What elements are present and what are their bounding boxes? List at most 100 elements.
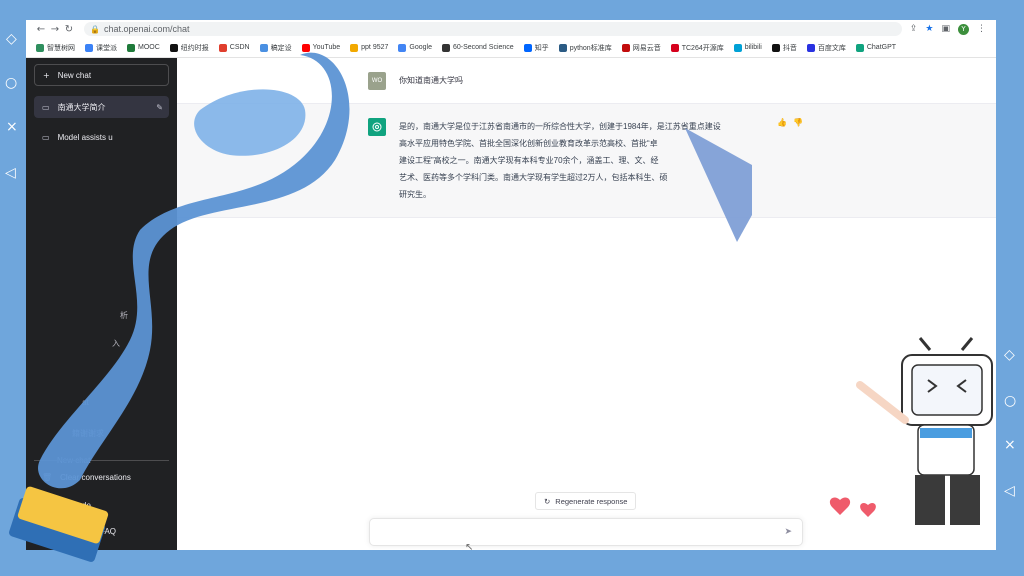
bookmark-label: python标准库 xyxy=(569,44,612,52)
clear-conversations-label: Clear conversations xyxy=(60,472,131,482)
bookmark-label: ppt 9527 xyxy=(361,44,389,51)
bookmark-item[interactable]: YouTube xyxy=(301,43,341,52)
bookmark-label: 课堂派 xyxy=(96,44,117,52)
user-avatar: WO xyxy=(368,72,386,90)
chatgpt-app: + New chat ▭ 南通大学简介 ✎ ▭ Model assists u … xyxy=(26,58,996,550)
assistant-line: 是的，南通大学是位于江苏省南通市的一所综合性大学，创建于1984年，是江苏省重点… xyxy=(399,122,721,131)
new-chat-button[interactable]: + New chat xyxy=(34,64,169,86)
sidebar-partial-text: 籍谢谢求 xyxy=(72,429,104,438)
sidebar-partial-text: 入 xyxy=(112,339,120,348)
bookmark-item[interactable]: 智慧树网 xyxy=(36,43,75,53)
share-icon[interactable]: ⇪ xyxy=(910,24,918,34)
address-bar-actions: ⇪ ★ ▣ Y ⋮ xyxy=(910,23,986,35)
refresh-icon: ↻ xyxy=(544,496,551,506)
bookmark-item[interactable]: TC264开源库 xyxy=(670,43,724,53)
new-chat-label: New chat xyxy=(57,70,92,80)
bookmark-item[interactable]: 百度文库 xyxy=(806,43,846,53)
bookmark-item[interactable]: 网易云音 xyxy=(621,43,661,53)
bookmark-favicon-icon xyxy=(523,43,532,52)
url-text: chat.openai.com/chat xyxy=(103,24,190,34)
frame-cross-icon: × xyxy=(6,119,18,135)
thumbs-down-icon[interactable]: 👎 xyxy=(793,118,803,127)
sidebar-partial-text: 析 xyxy=(120,311,128,320)
frame-cross-icon: × xyxy=(1004,437,1016,453)
sidebar-item-nantong-intro[interactable]: ▭ 南通大学简介 ✎ xyxy=(34,96,169,118)
bookmark-label: 知乎 xyxy=(534,44,549,52)
faq-button[interactable]: FAQ xyxy=(34,520,169,542)
sidebar-partial-text: at xyxy=(82,398,89,407)
bookmark-favicon-icon xyxy=(621,43,630,52)
bookmark-label: 稿定设 xyxy=(270,44,292,52)
bookmark-label: 网易云音 xyxy=(632,44,661,52)
url-field[interactable]: 🔒 chat.openai.com/chat xyxy=(84,22,902,36)
bookmark-item[interactable]: 稿定设 xyxy=(259,43,292,53)
bookmark-favicon-icon xyxy=(670,43,679,52)
sidebar-item-model-assists[interactable]: ▭ Model assists u xyxy=(34,126,169,148)
bookmark-favicon-icon xyxy=(36,43,44,52)
bookmark-label: ChatGPT xyxy=(866,44,897,51)
bookmark-label: bilibili xyxy=(744,44,762,51)
frame-triangle-icon: ◁ xyxy=(1004,483,1015,499)
openai-logo-icon xyxy=(368,118,386,136)
frame-square-icon: ◇ xyxy=(1004,347,1015,363)
bookmark-label: 百度文库 xyxy=(817,44,846,52)
prompt-input[interactable]: ➤ xyxy=(369,518,803,546)
send-icon[interactable]: ➤ xyxy=(784,527,792,537)
bookmark-item[interactable]: 抖音 xyxy=(771,43,797,53)
assistant-line: 高水平应用特色学院、首批全国深化创新创业教育改革示范高校、首批“卓 xyxy=(399,139,658,148)
bookmark-star-icon[interactable]: ★ xyxy=(925,24,933,34)
bookmark-label: 智慧树网 xyxy=(47,44,75,52)
regenerate-label: Regenerate response xyxy=(555,496,628,506)
frame-square-icon: ◇ xyxy=(6,31,17,47)
address-bar-row: ← → ↻ 🔒 chat.openai.com/chat ⇪ ★ ▣ Y ⋮ xyxy=(26,20,996,38)
bookmark-favicon-icon xyxy=(169,43,178,52)
bookmark-favicon-icon xyxy=(350,43,359,52)
bookmark-label: Google xyxy=(409,44,432,51)
bookmark-item[interactable]: Google xyxy=(398,43,432,52)
regenerate-response-button[interactable]: ↻ Regenerate response xyxy=(535,492,637,510)
sidebar: + New chat ▭ 南通大学简介 ✎ ▭ Model assists u … xyxy=(26,58,177,550)
forward-icon[interactable]: → xyxy=(48,24,62,35)
chat-bubble-icon: ▭ xyxy=(42,102,50,112)
sidebar-item-label: Model assists u xyxy=(57,132,113,142)
bookmark-item[interactable]: ppt 9527 xyxy=(350,43,389,52)
bookmark-favicon-icon xyxy=(441,43,450,52)
sidepanel-icon[interactable]: ▣ xyxy=(941,24,950,34)
bookmark-favicon-icon xyxy=(806,43,815,52)
assistant-line: 艺术、医药等多个学科门类。南通大学现有学生超过2万人，包括本科生、硕 xyxy=(399,173,668,182)
bookmark-item[interactable]: bilibili xyxy=(733,43,762,52)
reload-icon[interactable]: ↻ xyxy=(62,24,76,35)
mouse-cursor-icon: ↖ xyxy=(465,542,474,550)
bookmark-label: 纽约时报 xyxy=(180,44,209,52)
bookmarks-bar: 智慧树网 课堂派 MOOC 纽约时报 CSDN 稿定设 YouTube ppt 9527 Goo… xyxy=(26,38,996,58)
bookmark-favicon-icon xyxy=(733,43,742,52)
clear-conversations-button[interactable]: 🗑 Clear conversations xyxy=(34,466,169,488)
frame-triangle-icon: ◁ xyxy=(5,165,16,181)
mode-label: de xyxy=(82,500,91,510)
bookmark-label: YouTube xyxy=(312,44,341,51)
bookmark-item[interactable]: 纽约时报 xyxy=(169,43,209,53)
bookmark-favicon-icon xyxy=(558,43,567,52)
lock-icon: 🔒 xyxy=(90,24,100,34)
user-message-text: 你知道南通大学吗 xyxy=(399,76,463,85)
bookmark-favicon-icon xyxy=(398,43,407,52)
bookmark-label: TC264开源库 xyxy=(681,44,724,52)
thumbs-up-icon[interactable]: 👍 xyxy=(777,118,787,127)
back-icon[interactable]: ← xyxy=(34,24,48,35)
edit-pencil-icon[interactable]: ✎ xyxy=(156,103,163,112)
bookmark-item[interactable]: python标准库 xyxy=(558,43,612,53)
assistant-message-row: 是的，南通大学是位于江苏省南通市的一所综合性大学，创建于1984年，是江苏省重点… xyxy=(177,104,996,218)
menu-kebab-icon[interactable]: ⋮ xyxy=(977,24,986,34)
bookmark-item[interactable]: 课堂派 xyxy=(85,43,117,53)
bookmark-item[interactable]: 知乎 xyxy=(523,43,549,53)
bookmark-item[interactable]: CSDN xyxy=(218,43,250,52)
mode-toggle-button[interactable]: de xyxy=(34,494,169,516)
faq-label: FAQ xyxy=(100,526,117,536)
bookmark-item[interactable]: ChatGPT xyxy=(855,43,897,52)
bookmark-item[interactable]: 60-Second Science xyxy=(441,43,514,52)
profile-avatar[interactable]: Y xyxy=(958,23,969,35)
feedback-buttons: 👍 👎 xyxy=(777,118,803,127)
frame-circle-icon: ○ xyxy=(1004,393,1017,409)
bookmark-favicon-icon xyxy=(85,43,93,52)
bookmark-item[interactable]: MOOC xyxy=(127,43,160,52)
